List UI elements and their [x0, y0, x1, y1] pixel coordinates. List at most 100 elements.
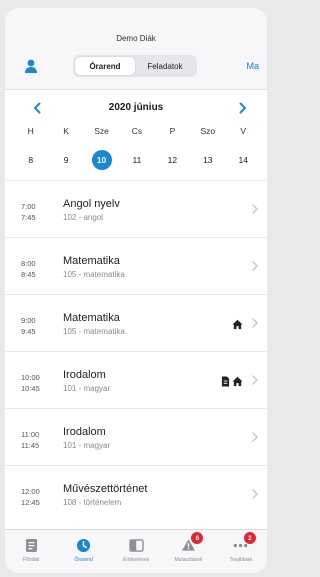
lesson-start: 11:00 — [21, 430, 40, 439]
day-cell[interactable]: 13 — [190, 150, 225, 170]
lesson-subject: Irodalom — [63, 369, 106, 381]
lesson-end: 8:45 — [21, 270, 36, 279]
segment-tasks[interactable]: Feladatok — [135, 57, 195, 75]
day-cell-selected[interactable]: 10 — [84, 150, 119, 170]
tab-label: Mulasztások — [174, 557, 203, 563]
lesson-subject: Matematika — [63, 312, 120, 324]
tab-label: Órarend — [74, 557, 93, 563]
tab-bar: Főoldal Órarend Értékelések 6 Mulasztáso… — [5, 529, 267, 573]
lesson-subject: Angol nyelv — [63, 198, 120, 210]
lesson-row[interactable]: 11:00 11:45 Irodalom 101 - magyar — [5, 408, 267, 465]
lesson-start: 8:00 — [21, 259, 36, 268]
lesson-end: 7:45 — [21, 213, 36, 222]
weekday-label: Szo — [200, 126, 216, 136]
chevron-right-icon — [252, 261, 259, 271]
weekday-label: P — [169, 126, 176, 136]
month-navigation: 2020 június — [5, 97, 267, 121]
tab-label: Főoldal — [23, 557, 40, 563]
lesson-row[interactable]: 8:00 8:45 Matematika 105 - matematika — [5, 237, 267, 294]
day-cell[interactable]: 11 — [119, 150, 154, 170]
segment-timetable[interactable]: Órarend — [75, 57, 135, 75]
weekday-label: Cs — [131, 126, 143, 136]
lesson-end: 12:45 — [21, 498, 40, 507]
profile-icon[interactable] — [23, 58, 39, 74]
lesson-start: 9:00 — [21, 316, 36, 325]
tab-absences[interactable]: 6 Mulasztások — [162, 530, 214, 573]
chevron-right-icon — [252, 318, 259, 328]
lesson-end: 10:45 — [21, 384, 40, 393]
lesson-time: 12:00 12:45 — [21, 486, 40, 508]
chevron-right-icon[interactable] — [233, 98, 253, 118]
notification-badge: 2 — [243, 532, 256, 544]
day-cell[interactable]: 9 — [48, 150, 83, 170]
tab-label: Értékelések — [122, 557, 150, 563]
lesson-time: 11:00 11:45 — [21, 429, 39, 451]
header: Demo Diák Órarend Feladatok Ma — [5, 8, 267, 90]
tab-timetable[interactable]: Órarend — [57, 530, 109, 573]
weekday-label: V — [240, 126, 247, 136]
lesson-time: 10:00 10:45 — [21, 372, 40, 394]
lesson-end: 9:45 — [21, 327, 36, 336]
lesson-start: 12:00 — [21, 487, 40, 496]
week-days: 8 9 10 11 12 13 14 — [13, 150, 261, 170]
lesson-row[interactable]: 7:00 7:45 Angol nyelv 102 - angol — [5, 180, 267, 237]
weekday-label: K — [63, 126, 69, 136]
lesson-subject: Matematika — [63, 255, 120, 267]
lesson-time: 9:00 9:45 — [21, 315, 36, 337]
day-cell[interactable]: 12 — [155, 150, 190, 170]
lesson-end: 11:45 — [21, 441, 40, 450]
day-number: 14 — [238, 155, 248, 165]
lesson-badges — [221, 376, 243, 387]
lesson-row[interactable]: 12:00 12:45 Művészettörténet 108 - törté… — [5, 465, 267, 522]
tab-home[interactable]: Főoldal — [5, 530, 57, 573]
app-title: Demo Diák — [116, 34, 156, 43]
day-number: 9 — [63, 155, 69, 165]
tab-grades[interactable]: Értékelések — [110, 530, 162, 573]
lesson-list: 7:00 7:45 Angol nyelv 102 - angol 8:00 8… — [5, 180, 267, 522]
document-icon — [221, 376, 230, 387]
day-number: 10 — [91, 150, 112, 170]
home-icon — [232, 376, 243, 387]
weekday-label: H — [27, 126, 34, 136]
lesson-room: 105 - matematika — [63, 270, 125, 279]
month-title: 2020 június — [108, 102, 164, 113]
weekday-label: Sze — [94, 126, 109, 136]
today-button[interactable]: Ma — [246, 61, 259, 71]
view-segmented-control: Órarend Feladatok — [73, 55, 197, 77]
lesson-row[interactable]: 10:00 10:45 Irodalom 101 - magyar — [5, 351, 267, 408]
lesson-room: 108 - történelem — [63, 498, 122, 507]
tab-label: Továbbiak — [229, 557, 253, 563]
chevron-right-icon — [252, 375, 259, 385]
chevron-right-icon — [252, 204, 259, 214]
home-doc-icon — [23, 537, 39, 553]
grades-icon — [128, 537, 144, 553]
lesson-room: 105 - matematika — [63, 327, 125, 336]
lesson-subject: Irodalom — [63, 426, 106, 438]
day-number: 11 — [132, 155, 142, 165]
lesson-badges — [232, 319, 243, 330]
lesson-subject: Művészettörténet — [63, 483, 148, 495]
lesson-room: 101 - magyar — [63, 441, 111, 450]
lesson-room: 102 - angol — [63, 213, 104, 222]
more-icon: 2 — [233, 532, 256, 553]
lesson-time: 8:00 8:45 — [21, 258, 36, 280]
notification-badge: 6 — [191, 532, 204, 544]
lesson-time: 7:00 7:45 — [21, 201, 36, 223]
lesson-start: 7:00 — [21, 202, 36, 211]
lesson-start: 10:00 — [21, 373, 40, 382]
tab-more[interactable]: 2 Továbbiak — [215, 530, 267, 573]
day-number: 12 — [167, 155, 178, 165]
day-number: 8 — [28, 155, 34, 165]
app-screen: Demo Diák Órarend Feladatok Ma 2020 júni… — [5, 8, 267, 573]
warning-icon: 6 — [180, 532, 204, 553]
chevron-right-icon — [252, 489, 259, 499]
day-cell[interactable]: 14 — [226, 150, 261, 170]
lesson-row[interactable]: 9:00 9:45 Matematika 105 - matematika — [5, 294, 267, 351]
day-number: 13 — [203, 155, 213, 165]
chevron-right-icon — [252, 432, 259, 442]
clock-icon — [76, 537, 92, 553]
weekday-header: H K Sze Cs P Szo V — [13, 126, 261, 136]
home-icon — [232, 319, 243, 330]
lesson-room: 101 - magyar — [63, 384, 111, 393]
day-cell[interactable]: 8 — [13, 150, 48, 170]
